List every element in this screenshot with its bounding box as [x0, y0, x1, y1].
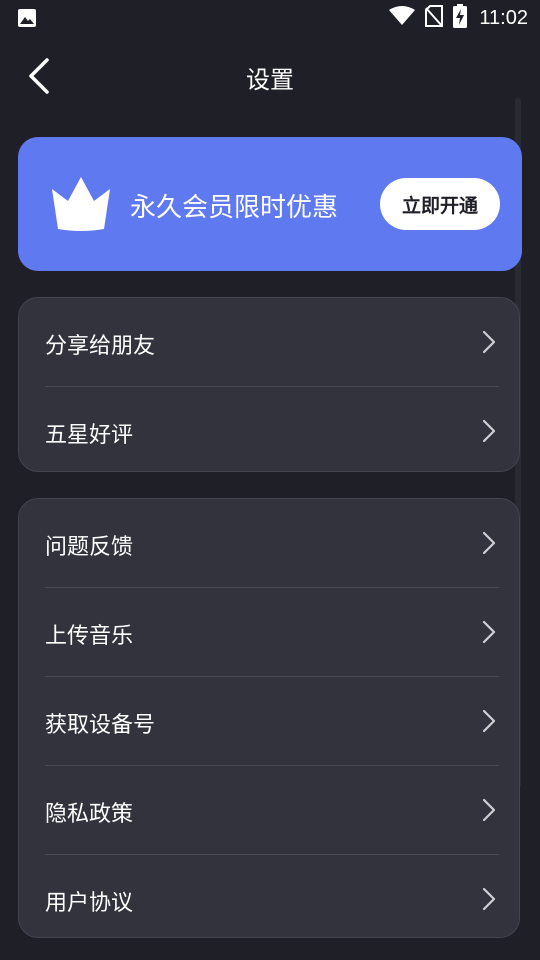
device-id-item[interactable]: 获取设备号 — [19, 677, 519, 766]
battery-charging-icon — [453, 4, 468, 32]
vip-banner[interactable]: 永久会员限时优惠 立即开通 — [18, 137, 522, 271]
privacy-policy-item[interactable]: 隐私政策 — [19, 766, 519, 855]
chevron-right-icon — [482, 419, 496, 443]
five-star-rating-item[interactable]: 五星好评 — [19, 387, 519, 476]
image-icon — [17, 8, 37, 28]
no-sim-icon — [425, 5, 444, 31]
wifi-icon — [389, 6, 416, 30]
list-item-label: 用户协议 — [45, 891, 134, 916]
list-item-label: 隐私政策 — [45, 802, 134, 827]
status-bar: 11:02 — [0, 0, 540, 36]
chevron-right-icon — [482, 709, 496, 733]
share-to-friends-item[interactable]: 分享给朋友 — [19, 298, 519, 387]
chevron-right-icon — [482, 620, 496, 644]
chevron-right-icon — [482, 330, 496, 354]
vip-promo-text: 永久会员限时优惠 — [130, 193, 339, 223]
list-item-label: 分享给朋友 — [45, 334, 156, 359]
chevron-right-icon — [482, 531, 496, 555]
list-item-label: 问题反馈 — [45, 535, 134, 560]
page-title: 设置 — [246, 66, 294, 94]
app-bar: 设置 — [0, 40, 540, 112]
feedback-item[interactable]: 问题反馈 — [19, 499, 519, 588]
settings-group-general: 问题反馈 上传音乐 获取设备号 隐私政策 用户协议 — [18, 498, 520, 938]
chevron-right-icon — [482, 798, 496, 822]
crown-icon — [50, 175, 112, 231]
user-agreement-item[interactable]: 用户协议 — [19, 855, 519, 944]
list-item-label: 五星好评 — [45, 423, 134, 448]
status-icons: 11:02 — [389, 4, 528, 32]
list-item-label: 获取设备号 — [45, 713, 156, 738]
list-item-label: 上传音乐 — [45, 624, 134, 649]
chevron-right-icon — [482, 887, 496, 911]
upload-music-item[interactable]: 上传音乐 — [19, 588, 519, 677]
activate-vip-button[interactable]: 立即开通 — [380, 178, 500, 230]
status-time: 11:02 — [479, 6, 528, 29]
settings-group-share: 分享给朋友 五星好评 — [18, 297, 520, 472]
